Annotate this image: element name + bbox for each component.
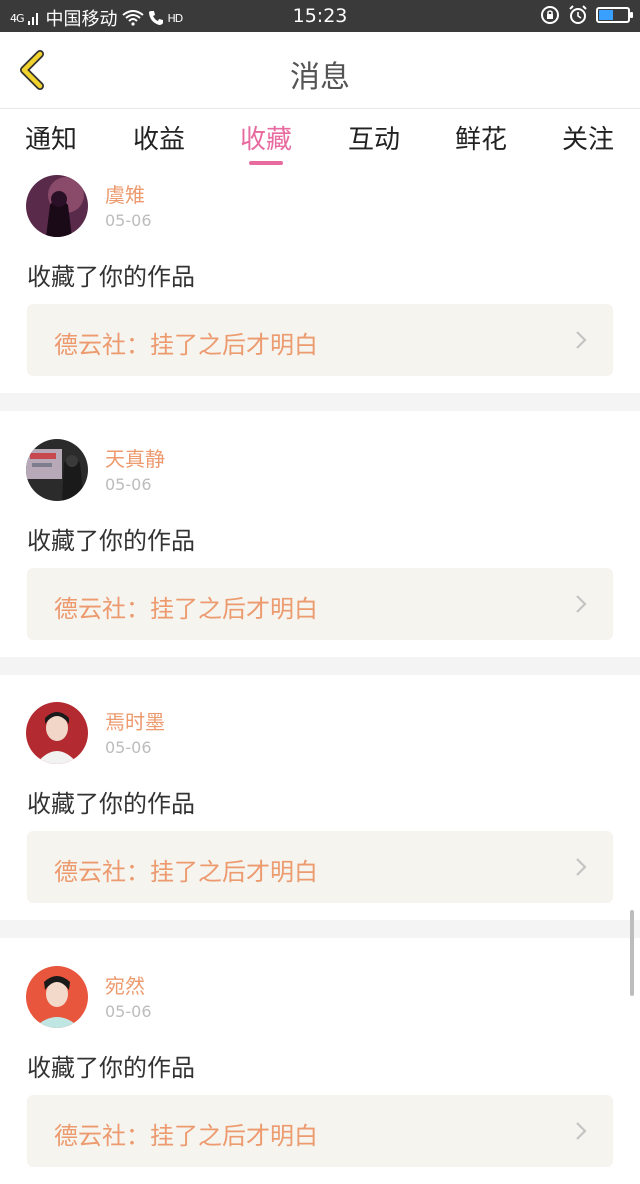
nav-bar: 消息 (0, 32, 640, 109)
timestamp: 05-06 (105, 211, 152, 230)
avatar[interactable] (26, 175, 88, 237)
work-link[interactable]: 德云社：挂了之后才明白 (27, 831, 613, 903)
list-item: 虞雉 05-06 收藏了你的作品 德云社：挂了之后才明白 (0, 169, 640, 393)
divider (0, 393, 640, 411)
action-text: 收藏了你的作品 (27, 527, 195, 555)
rotation-lock-icon (541, 6, 559, 24)
tab-label: 收益 (132, 125, 185, 155)
avatar[interactable] (26, 439, 88, 501)
timestamp: 05-06 (105, 1002, 152, 1021)
list-item: 焉时墨 05-06 收藏了你的作品 德云社：挂了之后才明白 (0, 696, 640, 920)
alarm-icon (569, 5, 587, 24)
tab-favorites[interactable]: 收藏 (221, 119, 311, 165)
work-title: 德云社：挂了之后才明白 (54, 331, 318, 359)
username[interactable]: 天真静 (105, 443, 165, 472)
work-link[interactable]: 德云社：挂了之后才明白 (27, 304, 613, 376)
work-title: 德云社：挂了之后才明白 (54, 858, 318, 886)
work-title: 德云社：挂了之后才明白 (54, 595, 318, 623)
tab-notifications[interactable]: 通知 (6, 119, 96, 156)
chevron-right-icon (576, 331, 587, 349)
action-text: 收藏了你的作品 (27, 263, 195, 291)
work-link[interactable]: 德云社：挂了之后才明白 (27, 1095, 613, 1167)
action-text: 收藏了你的作品 (27, 790, 195, 818)
tab-label: 收藏 (239, 125, 292, 155)
chevron-right-icon (576, 595, 587, 613)
list-item: 宛然 05-06 收藏了你的作品 德云社：挂了之后才明白 (0, 960, 640, 1184)
active-tab-indicator (249, 161, 283, 165)
tab-following[interactable]: 关注 (543, 119, 633, 156)
status-right (540, 5, 633, 25)
timestamp: 05-06 (105, 738, 152, 757)
chevron-right-icon (576, 1122, 587, 1140)
page-title: 消息 (290, 60, 350, 95)
list-item: 天真静 05-06 收藏了你的作品 德云社：挂了之后才明白 (0, 433, 640, 657)
tab-flowers[interactable]: 鲜花 (436, 119, 526, 156)
tab-label: 互动 (347, 125, 400, 155)
divider (0, 657, 640, 675)
avatar[interactable] (26, 966, 88, 1028)
avatar[interactable] (26, 702, 88, 764)
battery-icon (596, 7, 633, 23)
tab-label: 关注 (561, 125, 614, 155)
username[interactable]: 虞雉 (105, 179, 145, 208)
status-bar: 4G 中国移动 HD 15:23 (0, 0, 640, 32)
work-title: 德云社：挂了之后才明白 (54, 1122, 318, 1150)
tab-interactions[interactable]: 互动 (329, 119, 419, 156)
divider (0, 920, 640, 938)
tab-label: 鲜花 (454, 125, 507, 155)
username[interactable]: 焉时墨 (105, 706, 165, 735)
scrollbar[interactable] (630, 910, 634, 996)
tab-earnings[interactable]: 收益 (114, 119, 204, 156)
work-link[interactable]: 德云社：挂了之后才明白 (27, 568, 613, 640)
chevron-right-icon (576, 858, 587, 876)
tab-bar: 通知 收益 收藏 互动 鲜花 关注 (0, 109, 640, 169)
username[interactable]: 宛然 (105, 970, 145, 999)
timestamp: 05-06 (105, 475, 152, 494)
action-text: 收藏了你的作品 (27, 1054, 195, 1082)
tab-label: 通知 (24, 125, 77, 155)
